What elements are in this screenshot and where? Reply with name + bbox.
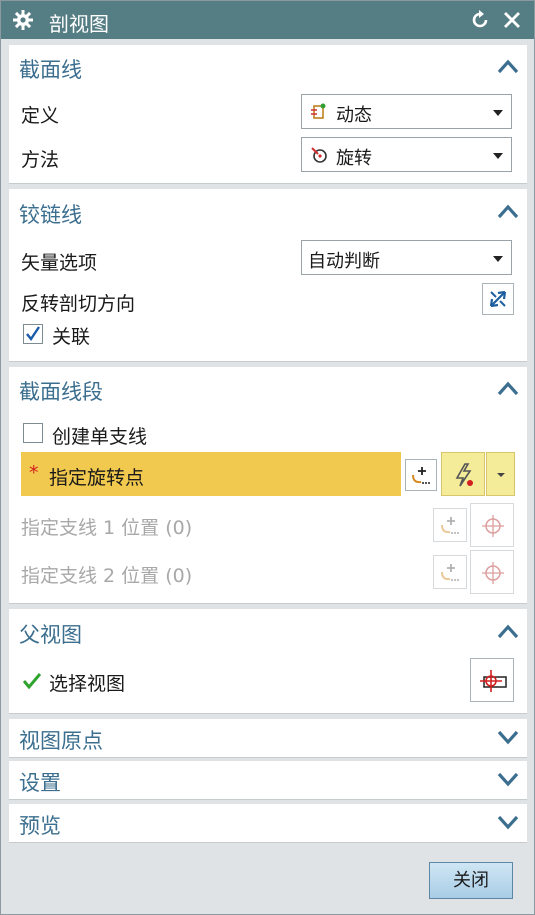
select-view-button[interactable] [470,658,514,702]
required-mark: * [29,462,39,484]
reset-icon[interactable] [469,9,491,31]
branch1-point-dialog-button[interactable] [433,508,467,542]
preview-group[interactable]: 预览 [9,804,527,842]
chevron-down-icon[interactable] [497,772,519,788]
close-button[interactable]: 关闭 [429,862,513,899]
create-single-branch-label: 创建单支线 [52,426,148,448]
branch1-crosshair-button[interactable] [470,503,514,547]
title-bar: 剖视图 [1,1,534,39]
hinge-line-title[interactable]: 铰链线 [19,199,82,229]
branch2-crosshair-button[interactable] [470,550,514,594]
reverse-direction-icon [487,288,509,314]
chevron-down-icon[interactable] [497,815,519,831]
checkmark-icon [22,673,42,693]
branch1-position-label: 指定支线 1 位置 (0) [21,517,193,539]
parent-view-title[interactable]: 父视图 [19,619,82,649]
settings-title[interactable]: 设置 [19,767,61,797]
dialog-title: 剖视图 [49,12,109,36]
view-origin-group[interactable]: 视图原点 [9,719,527,757]
branch2-position-label: 指定支线 2 位置 (0) [21,565,193,587]
preview-title[interactable]: 预览 [19,810,61,840]
reverse-direction-label: 反转剖切方向 [21,293,136,315]
crosshair-icon [480,560,506,590]
vector-option-label: 矢量选项 [21,252,98,274]
chevron-down-icon [493,153,503,159]
method-label: 方法 [21,149,60,171]
point-dialog-button[interactable] [405,459,437,491]
definition-select[interactable]: 动态 [301,94,512,129]
select-view-icon [478,668,508,698]
reverse-direction-button[interactable] [482,283,514,315]
point-dialog-icon [438,513,462,541]
parent-view-group: 父视图 选择视图 [9,609,527,713]
close-icon[interactable] [501,9,523,31]
gear-icon[interactable] [11,8,35,32]
chevron-up-icon[interactable] [497,380,519,396]
section-segment-group: 截面线段 创建单支线 * 指定旋转点 指定支线 1 位置 (0) 指定支线 2 … [9,367,527,603]
chevron-down-icon [497,473,505,477]
hinge-line-group: 铰链线 矢量选项 自动判断 反转剖切方向 关联 [9,189,527,361]
create-single-branch-checkbox[interactable] [23,423,43,443]
rotate-icon [309,145,329,165]
vector-option-value: 自动判断 [308,251,380,272]
associative-label: 关联 [52,326,91,348]
chevron-up-icon[interactable] [497,623,519,639]
method-select[interactable]: 旋转 [301,137,512,172]
settings-group[interactable]: 设置 [9,761,527,799]
section-line-group: 截面线 定义 动态 方法 旋转 [9,45,527,183]
chevron-down-icon [493,256,503,262]
associative-checkbox[interactable] [23,324,43,344]
chevron-down-icon[interactable] [497,730,519,746]
rotation-point-label: 指定旋转点 [49,467,145,489]
section-segment-title[interactable]: 截面线段 [19,376,103,406]
method-value: 旋转 [336,148,372,169]
point-snap-icon [451,462,477,492]
chevron-up-icon[interactable] [497,58,519,74]
chevron-down-icon [493,110,503,116]
definition-value: 动态 [336,105,372,126]
select-view-label: 选择视图 [49,673,126,695]
definition-label: 定义 [21,105,60,127]
vector-option-select[interactable]: 自动判断 [301,240,512,275]
rotation-point-row[interactable]: * 指定旋转点 [21,452,401,496]
point-dialog-icon [409,463,433,491]
view-origin-title[interactable]: 视图原点 [19,725,103,755]
point-snap-dropdown[interactable] [486,452,515,496]
crosshair-icon [480,513,506,543]
section-view-dialog: 剖视图 截面线 定义 动态 方法 旋转 铰链线 矢量选项 自动判断 反转剖切方向… [0,0,535,915]
dynamic-icon [309,102,329,122]
point-dialog-icon [438,560,462,588]
chevron-up-icon[interactable] [497,203,519,219]
branch2-point-dialog-button[interactable] [433,555,467,589]
section-line-title[interactable]: 截面线 [19,54,82,84]
point-snap-button[interactable] [441,452,485,496]
